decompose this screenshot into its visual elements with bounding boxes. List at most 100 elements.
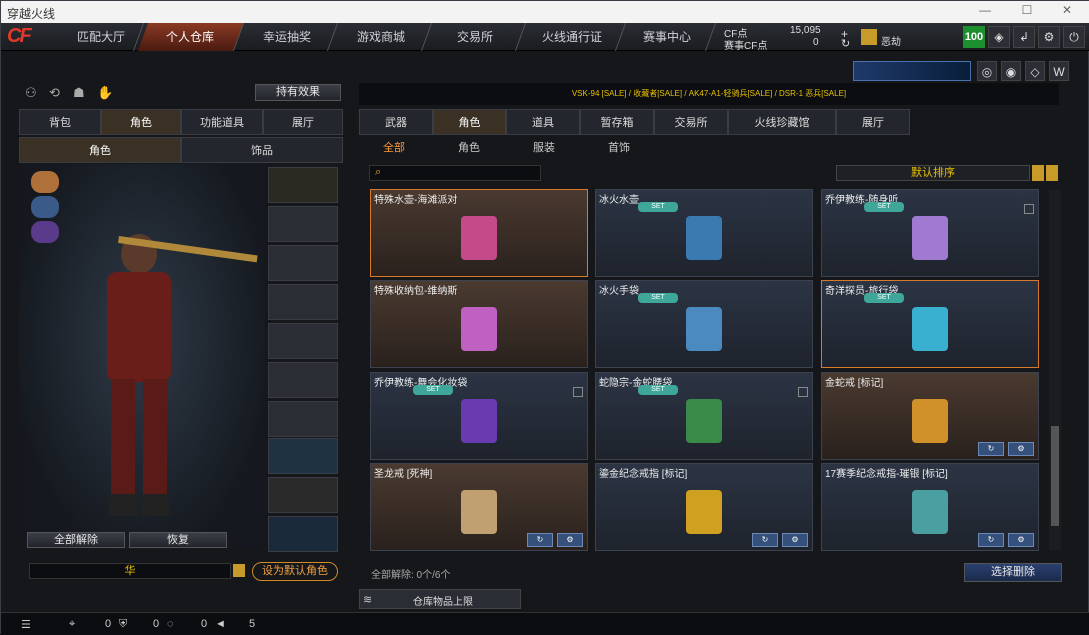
menu-icon[interactable] <box>233 564 245 577</box>
effects-button[interactable]: 持有效果 <box>255 84 341 101</box>
item-card[interactable]: 圣龙戒 [死神] ↻ ⚙ <box>370 463 588 551</box>
subtab-character[interactable]: 角色 <box>19 137 181 163</box>
trash-icon[interactable] <box>798 387 808 397</box>
nav-shop[interactable]: 游戏商城 <box>331 23 433 51</box>
item-card[interactable]: 奇洋探员-旅行袋 SET <box>821 280 1039 368</box>
event-cf-label: 赛事CF点 <box>724 41 768 52</box>
scroll-thumb[interactable] <box>1051 426 1059 526</box>
slot-weapon[interactable] <box>268 167 338 203</box>
search-input[interactable] <box>369 165 541 181</box>
item-card[interactable]: 乔伊教练-舞会化妆袋 SET <box>370 372 588 460</box>
promo-text[interactable]: VSK-94 [SALE] / 收藏者[SALE] / AK47-A1-轻骑兵[… <box>359 83 1059 105</box>
slot-vest[interactable] <box>268 362 338 398</box>
gear-icon[interactable]: ⚙ <box>1038 26 1060 48</box>
chat-icon[interactable]: ◌ <box>167 618 174 630</box>
swap-icon[interactable]: ↻ <box>752 533 778 547</box>
speaker-icon[interactable]: ◄ <box>215 618 226 630</box>
item-image <box>461 216 497 260</box>
subtab-clothing[interactable]: 服装 <box>519 137 569 159</box>
settings-icon[interactable]: ⚙ <box>1008 442 1034 456</box>
item-card[interactable]: 特殊水壶-海滩派对 <box>370 189 588 277</box>
people-icon[interactable]: ⚇ <box>25 85 37 101</box>
slot-ring-3[interactable] <box>268 516 338 552</box>
subtab-all[interactable]: 全部 <box>369 137 419 159</box>
exit-room-icon[interactable]: ↲ <box>1013 26 1035 48</box>
slot-bottle[interactable] <box>268 284 338 320</box>
tab-showroom[interactable]: 展厅 <box>263 109 343 135</box>
subtab-accessories[interactable]: 饰品 <box>181 137 343 163</box>
tab-storage[interactable]: 暂存箱 <box>580 109 654 135</box>
trash-icon[interactable] <box>573 387 583 397</box>
tab-weapons[interactable]: 武器 <box>359 109 433 135</box>
nav-match-lobby[interactable]: 匹配大厅 <box>59 23 145 51</box>
item-card[interactable]: 特殊收纳包-维纳斯 <box>370 280 588 368</box>
list-icon[interactable]: ☰ <box>21 618 31 631</box>
swap-icon[interactable]: ↻ <box>978 442 1004 456</box>
item-card[interactable]: 蛇隐宗-金蛇腰袋 SET <box>595 372 813 460</box>
tab-exchange[interactable]: 交易所 <box>654 109 728 135</box>
tab-character-r[interactable]: 角色 <box>433 109 506 135</box>
tab-items[interactable]: 道具 <box>506 109 580 135</box>
badge-icon-3[interactable]: ◇ <box>1025 61 1045 81</box>
shield-icon[interactable]: ◈ <box>988 26 1010 48</box>
refresh-icon[interactable]: ↻ <box>841 37 850 50</box>
minimize-button[interactable]: — <box>965 3 1005 21</box>
badge-icon-2[interactable]: ◉ <box>1001 61 1021 81</box>
settings-icon[interactable]: ⚙ <box>782 533 808 547</box>
promo-banner[interactable] <box>853 61 971 81</box>
power-icon[interactable]: ⏻ <box>1063 26 1085 48</box>
slot-bag[interactable] <box>268 323 338 359</box>
item-card[interactable]: 鎏金纪念戒指 [标记] ↻ ⚙ <box>595 463 813 551</box>
select-delete-button[interactable]: 选择删除 <box>964 563 1062 582</box>
slot-mask[interactable] <box>268 245 338 281</box>
list-view-icon[interactable] <box>1032 165 1044 181</box>
settings-icon[interactable]: ⚙ <box>557 533 583 547</box>
trash-icon[interactable] <box>1024 204 1034 214</box>
item-card[interactable]: 冰火水壶 SET <box>595 189 813 277</box>
pose-icon[interactable]: ☗ <box>73 85 85 101</box>
item-card[interactable]: 17赛季纪念戒指-璀银 [标记] ↻ ⚙ <box>821 463 1039 551</box>
rotate-icon[interactable]: ⟲ <box>49 85 60 101</box>
sort-dropdown[interactable]: 默认排序 <box>836 165 1030 181</box>
character-badge-icon[interactable] <box>31 221 59 243</box>
slot-ring-2[interactable] <box>268 477 338 513</box>
tab-function-items[interactable]: 功能道具 <box>181 109 263 135</box>
badge-icon-4[interactable]: W <box>1049 61 1069 81</box>
maximize-button[interactable]: ☐ <box>1007 3 1047 21</box>
close-button[interactable]: ✕ <box>1047 3 1087 21</box>
nav-lucky-draw[interactable]: 幸运抽奖 <box>237 23 339 51</box>
item-card[interactable]: 金蛇戒 [标记] ↻ ⚙ <box>821 372 1039 460</box>
subtab-character-r[interactable]: 角色 <box>444 137 494 159</box>
badge-icon-1[interactable]: ◎ <box>977 61 997 81</box>
binoculars-icon[interactable]: ⌖ <box>69 618 75 631</box>
character-name-field[interactable]: 华 <box>29 563 231 579</box>
settings-icon[interactable]: ⚙ <box>1008 533 1034 547</box>
item-card[interactable]: 冰火手袋 SET <box>595 280 813 368</box>
shield-small-icon[interactable]: ⛨ <box>119 618 127 631</box>
nav-pass[interactable]: 火线通行证 <box>519 23 627 51</box>
nav-inventory[interactable]: 个人仓库 <box>137 23 245 51</box>
item-card[interactable]: 乔伊教练-随身听 SET <box>821 189 1039 277</box>
nav-exchange[interactable]: 交易所 <box>425 23 527 51</box>
swap-icon[interactable]: ↻ <box>527 533 553 547</box>
tab-collection[interactable]: 火线珍藏馆 <box>728 109 836 135</box>
tab-character[interactable]: 角色 <box>101 109 181 135</box>
cf-logo[interactable]: CF <box>7 25 55 49</box>
sort-order-icon[interactable] <box>1046 165 1058 181</box>
avatar[interactable] <box>861 29 877 45</box>
unequip-all-button[interactable]: 全部解除 <box>27 532 125 548</box>
subtab-jewelry[interactable]: 首饰 <box>594 137 644 159</box>
slot-belt[interactable] <box>268 401 338 437</box>
scrollbar[interactable] <box>1049 190 1061 550</box>
tab-bag[interactable]: 背包 <box>19 109 101 135</box>
tab-showroom-r[interactable]: 展厅 <box>836 109 910 135</box>
character-face-icon[interactable] <box>31 171 59 193</box>
hand-icon[interactable]: ✋ <box>97 85 113 101</box>
swap-icon[interactable]: ↻ <box>978 533 1004 547</box>
restore-button[interactable]: 恢复 <box>129 532 227 548</box>
slot-helmet[interactable] <box>268 206 338 242</box>
set-default-character-button[interactable]: 设为默认角色 <box>252 562 338 581</box>
character-wing-icon[interactable] <box>31 196 59 218</box>
slot-ring-1[interactable] <box>268 438 338 474</box>
nav-events[interactable]: 赛事中心 <box>619 23 717 51</box>
